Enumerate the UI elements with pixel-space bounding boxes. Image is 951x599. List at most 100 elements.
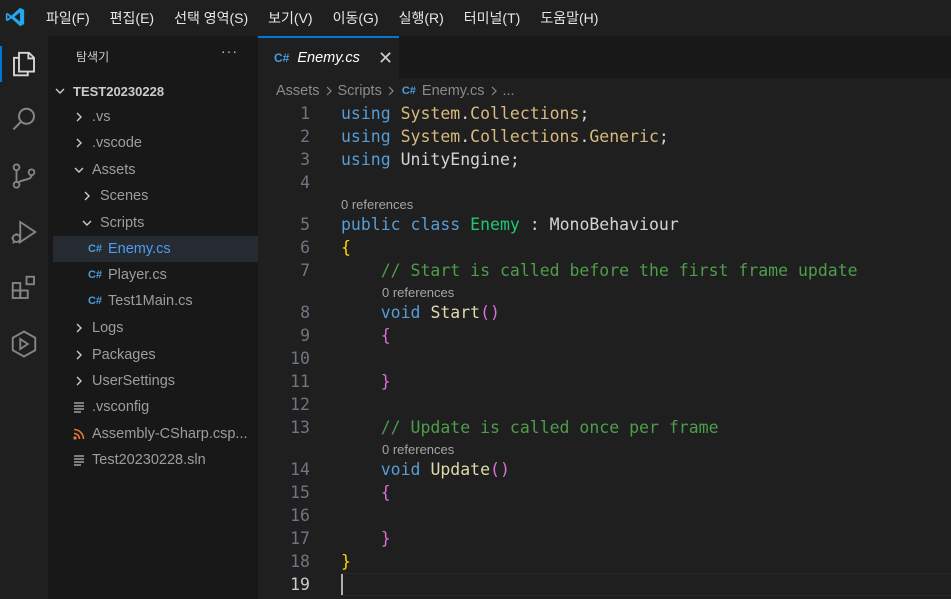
menu-item[interactable]: 도움말(H) <box>530 0 608 36</box>
code-line: 9 { <box>258 324 951 347</box>
tree-item-label: Scripts <box>100 215 145 231</box>
tree-folder[interactable]: Scenes <box>53 183 282 209</box>
tree-item-label: Scenes <box>100 188 149 204</box>
line-number: 16 <box>290 506 310 525</box>
code-text: } <box>341 527 391 550</box>
source-control-icon[interactable] <box>0 152 48 200</box>
tree-folder[interactable]: Logs <box>53 315 274 341</box>
chevron-right-icon <box>72 321 86 335</box>
chevron-down-icon <box>53 84 67 98</box>
code-line: 1 using System.Collections; <box>258 102 951 125</box>
tree-folder[interactable]: UserSettings <box>53 368 274 394</box>
tree-file[interactable]: .vsconfig <box>53 394 274 420</box>
tree-item-label: Logs <box>92 320 124 336</box>
menu-item[interactable]: 터미널(T) <box>454 0 531 36</box>
code-text: { <box>341 481 391 504</box>
csharp-icon: C# <box>87 243 103 255</box>
unity-icon[interactable] <box>0 320 48 368</box>
chevron-down-icon <box>80 216 94 230</box>
tree-folder[interactable]: Assets <box>53 157 274 183</box>
menu-bar: 파일(F) 편집(E) 선택 영역(S) 보기(V) 이동(G) 실행(R) 터미널(T) 도… <box>36 0 608 36</box>
tree-file[interactable]: C# Player.cs <box>53 262 290 288</box>
code-token: . <box>460 127 471 146</box>
tab-enemy-cs[interactable]: C# Enemy.cs ✕ <box>258 36 399 78</box>
code-editor[interactable]: 1 using System.Collections; 2 using System.… <box>258 102 951 599</box>
tree-file[interactable]: C# Enemy.cs <box>53 236 290 262</box>
line-number: 3 <box>300 150 310 169</box>
breadcrumb-item-more[interactable]: ... <box>503 83 515 99</box>
code-token: Enemy <box>470 215 520 234</box>
code-token: void <box>380 303 421 322</box>
codelens-references[interactable]: 0 references <box>382 284 454 302</box>
run-debug-icon[interactable] <box>0 208 48 256</box>
chevron-down-icon <box>72 163 86 177</box>
line-number: 9 <box>300 326 310 345</box>
breadcrumb-item-scripts[interactable]: Scripts <box>338 83 382 99</box>
tree-item-label: .vsconfig <box>92 399 150 415</box>
close-icon[interactable]: ✕ <box>378 49 393 67</box>
tree-folder[interactable]: Scripts <box>53 210 282 236</box>
line-number: 10 <box>290 349 310 368</box>
search-icon[interactable] <box>0 96 48 144</box>
code-token: using <box>341 104 391 123</box>
code-line: 8 void Start() <box>258 301 951 324</box>
code-token: // Start is called before the first fram… <box>380 261 858 280</box>
line-number: 12 <box>290 395 310 414</box>
tree-item-label: Player.cs <box>108 267 167 283</box>
code-token: class <box>410 215 461 234</box>
code-token: void <box>380 460 421 479</box>
menu-item[interactable]: 보기(V) <box>258 0 322 36</box>
code-text: using UnityEngine; <box>341 148 520 171</box>
menu-item[interactable]: 이동(G) <box>323 0 389 36</box>
code-token: . <box>460 104 471 123</box>
tree-item-label: Assembly-CSharp.csp... <box>92 426 248 442</box>
more-actions-icon[interactable]: ··· <box>221 43 238 59</box>
code-token: ; <box>579 104 590 123</box>
tree-folder[interactable]: .vs <box>53 104 274 130</box>
code-text: } <box>341 550 351 573</box>
tree-item-label: Enemy.cs <box>108 241 171 257</box>
code-token: UnityEngine <box>400 150 510 169</box>
menu-item[interactable]: 선택 영역(S) <box>164 0 258 36</box>
line-number: 19 <box>290 575 310 594</box>
chevron-right-icon <box>72 348 86 362</box>
tree-folder[interactable]: Packages <box>53 342 274 368</box>
line-number: 7 <box>300 261 310 280</box>
extensions-icon[interactable] <box>0 264 48 312</box>
code-token: ; <box>658 127 669 146</box>
tree-file[interactable]: Test20230228.sln <box>53 447 274 473</box>
breadcrumb-item-assets[interactable]: Assets <box>276 83 320 99</box>
codelens-references[interactable]: 0 references <box>341 196 413 214</box>
tree-file[interactable]: C# Test1Main.cs <box>53 288 290 314</box>
menu-item[interactable]: 실행(R) <box>389 0 454 36</box>
tree-file[interactable]: Assembly-CSharp.csp... <box>53 421 274 447</box>
menu-item[interactable]: 편집(E) <box>100 0 164 36</box>
codelens-references[interactable]: 0 references <box>382 441 454 459</box>
code-token: Start <box>430 303 481 322</box>
code-text: // Update is called once per frame <box>341 416 719 439</box>
breadcrumb: Assets Scripts C# Enemy.cs ... <box>276 82 515 100</box>
code-line: 11 } <box>258 370 951 393</box>
chevron-right-icon <box>72 136 86 150</box>
tab-label: Enemy.cs <box>297 50 360 66</box>
explorer-icon[interactable] <box>0 40 48 88</box>
line-number: 2 <box>300 127 310 146</box>
menu-item[interactable]: 파일(F) <box>36 0 100 36</box>
breadcrumb-item-enemy-cs[interactable]: Enemy.cs <box>422 83 485 99</box>
rss-icon <box>72 427 86 441</box>
workspace-root[interactable]: TEST20230228 <box>53 78 255 104</box>
code-token: // Update is called once per frame <box>380 418 719 437</box>
tree-folder[interactable]: .vscode <box>53 130 274 156</box>
line-number: 5 <box>300 215 310 234</box>
code-token: MonoBehaviour <box>549 215 679 234</box>
tree-item-label: .vs <box>92 109 111 125</box>
tab-bar: C# Enemy.cs ✕ <box>258 36 951 78</box>
vscode-logo-icon <box>5 7 25 27</box>
